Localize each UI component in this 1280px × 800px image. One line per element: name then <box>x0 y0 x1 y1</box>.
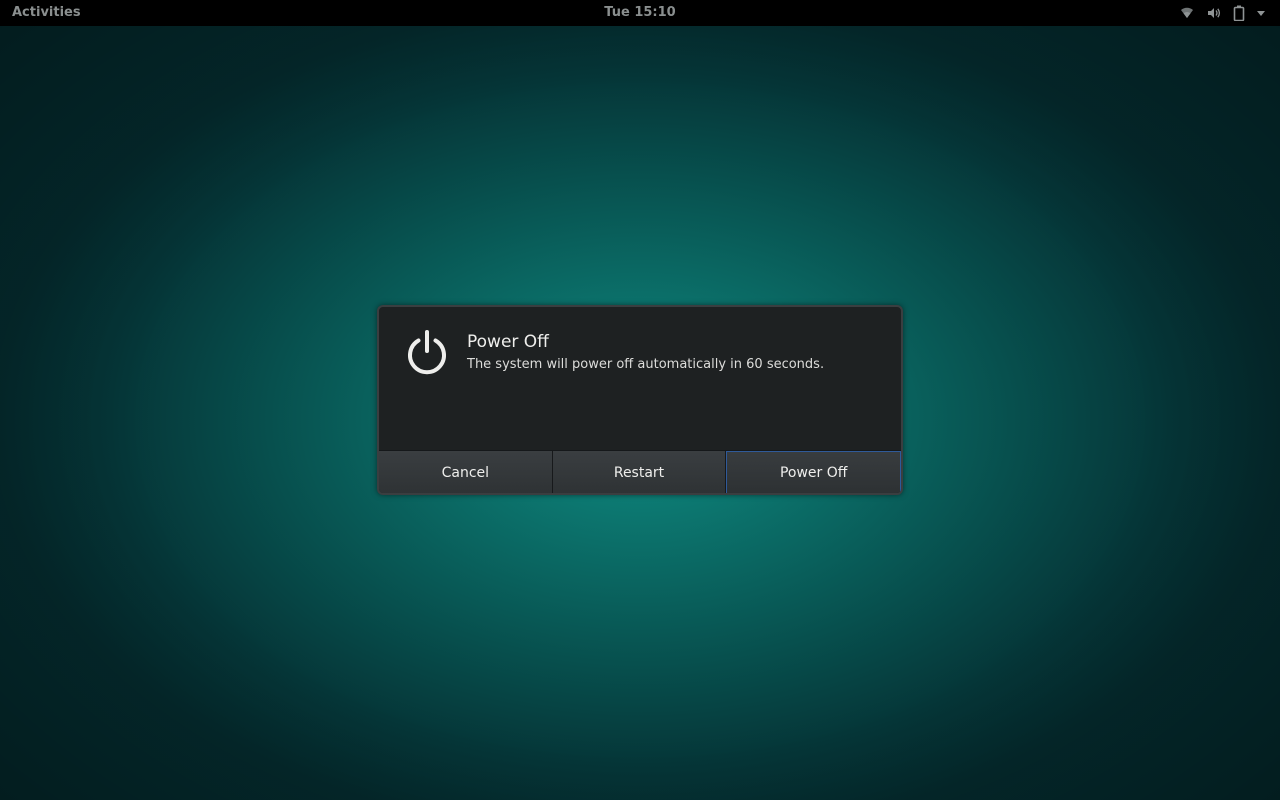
dialog-button-row: Cancel Restart Power Off <box>379 450 901 493</box>
power-off-dialog: Power Off The system will power off auto… <box>377 305 903 495</box>
dialog-title: Power Off <box>467 332 549 352</box>
top-bar: Activities Tue 15:10 <box>0 0 1280 26</box>
clock[interactable]: Tue 15:10 <box>0 5 1280 20</box>
system-status-area[interactable] <box>1179 4 1266 22</box>
volume-icon <box>1206 5 1222 21</box>
restart-button[interactable]: Restart <box>552 451 727 493</box>
wifi-icon <box>1179 5 1195 21</box>
power-off-button[interactable]: Power Off <box>726 451 901 493</box>
desktop: Activities Tue 15:10 Power Off The syste… <box>0 0 1280 800</box>
cancel-button[interactable]: Cancel <box>379 451 553 493</box>
dialog-message: The system will power off automatically … <box>467 357 825 372</box>
power-icon <box>403 329 451 377</box>
battery-icon <box>1233 5 1245 21</box>
chevron-down-icon <box>1256 5 1266 21</box>
